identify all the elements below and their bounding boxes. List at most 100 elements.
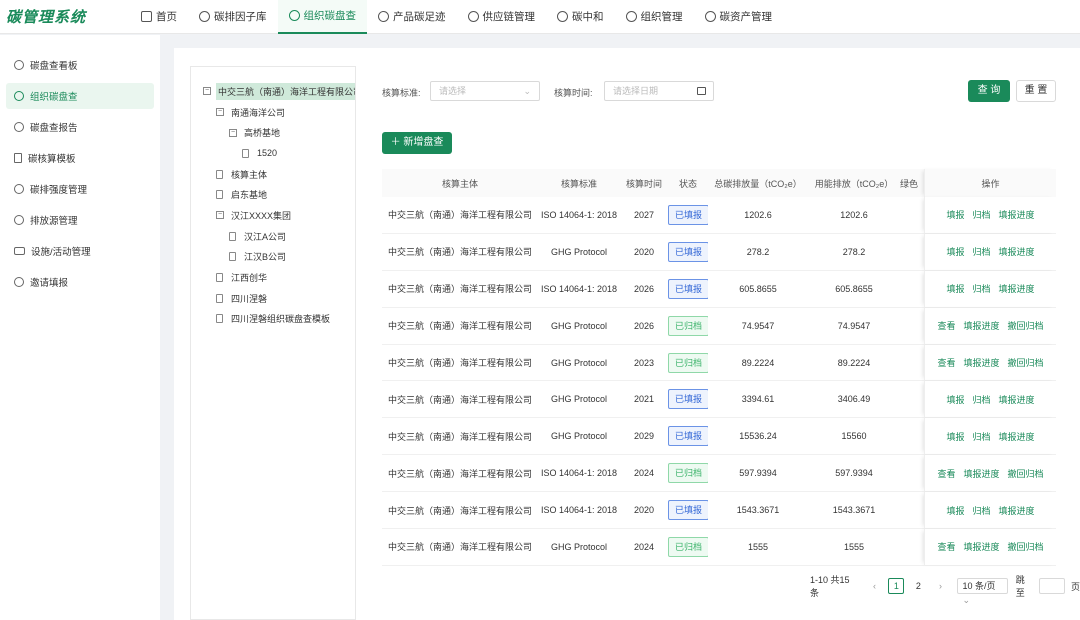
tree-node[interactable]: 汉江A公司 [191, 226, 355, 247]
action-link[interactable]: 填报进度 [963, 467, 999, 480]
cell-actions: 查看 填报进度 撤回归档 [924, 344, 1056, 381]
tree-node[interactable]: 1520 [191, 143, 355, 164]
prev-page-button[interactable]: ‹ [866, 578, 882, 594]
action-link[interactable]: 填报 [946, 208, 964, 221]
tree-node[interactable]: − 南通海洋公司 [191, 102, 355, 123]
action-link[interactable]: 撤回归档 [1008, 319, 1044, 332]
standard-select[interactable]: 请选择 ⌄ [430, 81, 540, 101]
cell-entity: 中交三航（南通）海洋工程有限公司 [387, 210, 532, 221]
nav-item-4[interactable]: 供应链管理 [457, 0, 547, 34]
action-link[interactable]: 填报进度 [999, 393, 1035, 406]
next-page-button[interactable]: › [932, 578, 948, 594]
query-button[interactable]: 查 询 [968, 80, 1010, 102]
action-link[interactable]: 查看 [937, 540, 955, 553]
action-link[interactable]: 查看 [937, 319, 955, 332]
sidebar-item-label: 邀请填报 [30, 278, 69, 289]
action-link[interactable]: 归档 [972, 208, 990, 221]
jump-label: 跳至 [1015, 575, 1025, 598]
tree-node[interactable]: 四川涅磐组织碳盘查模板 [191, 309, 355, 330]
action-link[interactable]: 归档 [972, 245, 990, 258]
device-icon [14, 247, 25, 255]
nav-item-label: 首页 [156, 11, 177, 23]
nav-item-7[interactable]: 碳资产管理 [694, 0, 784, 34]
sidebar-item-7[interactable]: 邀请填报 [6, 269, 154, 295]
action-link[interactable]: 填报进度 [963, 319, 999, 332]
cell-standard: ISO 14064-1: 2018 [540, 209, 618, 220]
sidebar-item-2[interactable]: 碳盘查报告 [6, 114, 154, 140]
sidebar-item-3[interactable]: 碳核算模板 [6, 145, 154, 171]
collapse-toggle-icon[interactable]: − [203, 87, 211, 96]
cell-energy-emission: 1555 [843, 541, 865, 552]
jump-page-input[interactable] [1038, 578, 1065, 594]
collapse-toggle-icon[interactable]: − [229, 128, 237, 137]
tree-node[interactable]: 江汉B公司 [191, 247, 355, 268]
action-link[interactable]: 归档 [972, 504, 990, 517]
nav-item-6[interactable]: 组织管理 [615, 0, 694, 34]
nav-item-5[interactable]: 碳中和 [546, 0, 615, 34]
tree-node[interactable]: 核算主体 [191, 164, 355, 185]
cell-status: 已归档 [668, 352, 708, 373]
page-size-select[interactable]: 10 条/页 ⌄ [957, 578, 1008, 605]
nav-item-1[interactable]: 碳排因子库 [188, 0, 278, 34]
cell-entity: 中交三航（南通）海洋工程有限公司 [387, 284, 532, 295]
nav-item-2[interactable]: 组织碳盘查 [277, 0, 367, 34]
report-icon [14, 122, 24, 132]
action-link[interactable]: 填报进度 [999, 430, 1035, 443]
cell-actions: 查看 填报进度 撤回归档 [924, 455, 1056, 492]
action-link[interactable]: 填报进度 [999, 282, 1035, 295]
action-link[interactable]: 填报进度 [963, 540, 999, 553]
table-row: 中交三航（南通）海洋工程有限公司 GHG Protocol 2029 已填报 15536… [382, 418, 1056, 456]
sidebar-item-4[interactable]: 碳排强度管理 [6, 176, 154, 202]
page-button[interactable]: 1 [888, 578, 905, 594]
cell-entity: 中交三航（南通）海洋工程有限公司 [387, 321, 532, 332]
sidebar-item-label: 碳排强度管理 [30, 185, 88, 196]
action-link[interactable]: 撤回归档 [1008, 467, 1044, 480]
cell-actions: 填报 归档 填报进度 [924, 197, 1056, 233]
sidebar-item-6[interactable]: 设施/活动管理 [6, 238, 154, 264]
action-link[interactable]: 查看 [937, 467, 955, 480]
action-link[interactable]: 填报 [946, 430, 964, 443]
tree-node[interactable]: 江西创华 [191, 267, 355, 288]
sidebar-item-0[interactable]: 碳盘查看板 [6, 52, 154, 78]
sidebar-item-label: 碳盘查报告 [30, 123, 78, 134]
action-link[interactable]: 填报进度 [999, 504, 1035, 517]
cell-actions: 填报 归档 填报进度 [924, 492, 1056, 529]
cell-year: 2024 [633, 468, 655, 479]
tree-node[interactable]: − 高桥基地 [191, 122, 355, 143]
nav-item-0[interactable]: 首页 [130, 0, 188, 34]
add-inventory-button[interactable]: ＋ 新增盘查 [382, 132, 452, 154]
action-link[interactable]: 归档 [972, 393, 990, 406]
nav-item-label: 组织碳盘查 [303, 10, 357, 22]
sidebar-item-5[interactable]: 排放源管理 [6, 207, 154, 233]
cell-total-emission: 3394.61 [741, 394, 775, 405]
gauge-icon [14, 184, 24, 194]
date-picker-input[interactable]: 请选择日期 [604, 81, 714, 101]
action-link[interactable]: 填报进度 [999, 208, 1035, 221]
action-link[interactable]: 填报进度 [963, 356, 999, 369]
cell-status: 已填报 [668, 278, 708, 299]
action-link[interactable]: 归档 [972, 282, 990, 295]
collapse-toggle-icon[interactable]: − [216, 108, 224, 117]
action-link[interactable]: 撤回归档 [1008, 540, 1044, 553]
sidebar-item-1[interactable]: 组织碳盘查 [6, 83, 154, 109]
page-button[interactable]: 2 [910, 578, 926, 594]
chevron-down-icon: ⌄ [523, 86, 531, 96]
collapse-toggle-icon[interactable]: − [216, 211, 224, 220]
cell-total-emission: 89.2224 [741, 357, 775, 368]
nav-item-3[interactable]: 产品碳足迹 [367, 0, 457, 34]
tree-node[interactable]: 四川涅磐 [191, 288, 355, 309]
tree-node[interactable]: − 中交三航（南通）海洋工程有限公司 [191, 81, 355, 102]
tree-node[interactable]: 启东基地 [191, 184, 355, 205]
action-link[interactable]: 填报进度 [999, 245, 1035, 258]
tree-node[interactable]: − 汉江XXXX集团 [191, 205, 355, 226]
action-link[interactable]: 撤回归档 [1008, 356, 1044, 369]
action-link[interactable]: 填报 [946, 504, 964, 517]
cell-status: 已填报 [668, 241, 708, 262]
reset-button[interactable]: 重 置 [1016, 80, 1056, 102]
action-link[interactable]: 归档 [972, 430, 990, 443]
action-link[interactable]: 填报 [946, 393, 964, 406]
action-link[interactable]: 填报 [946, 282, 964, 295]
action-link[interactable]: 查看 [937, 356, 955, 369]
action-link[interactable]: 填报 [946, 245, 964, 258]
dashboard-icon [14, 60, 24, 70]
